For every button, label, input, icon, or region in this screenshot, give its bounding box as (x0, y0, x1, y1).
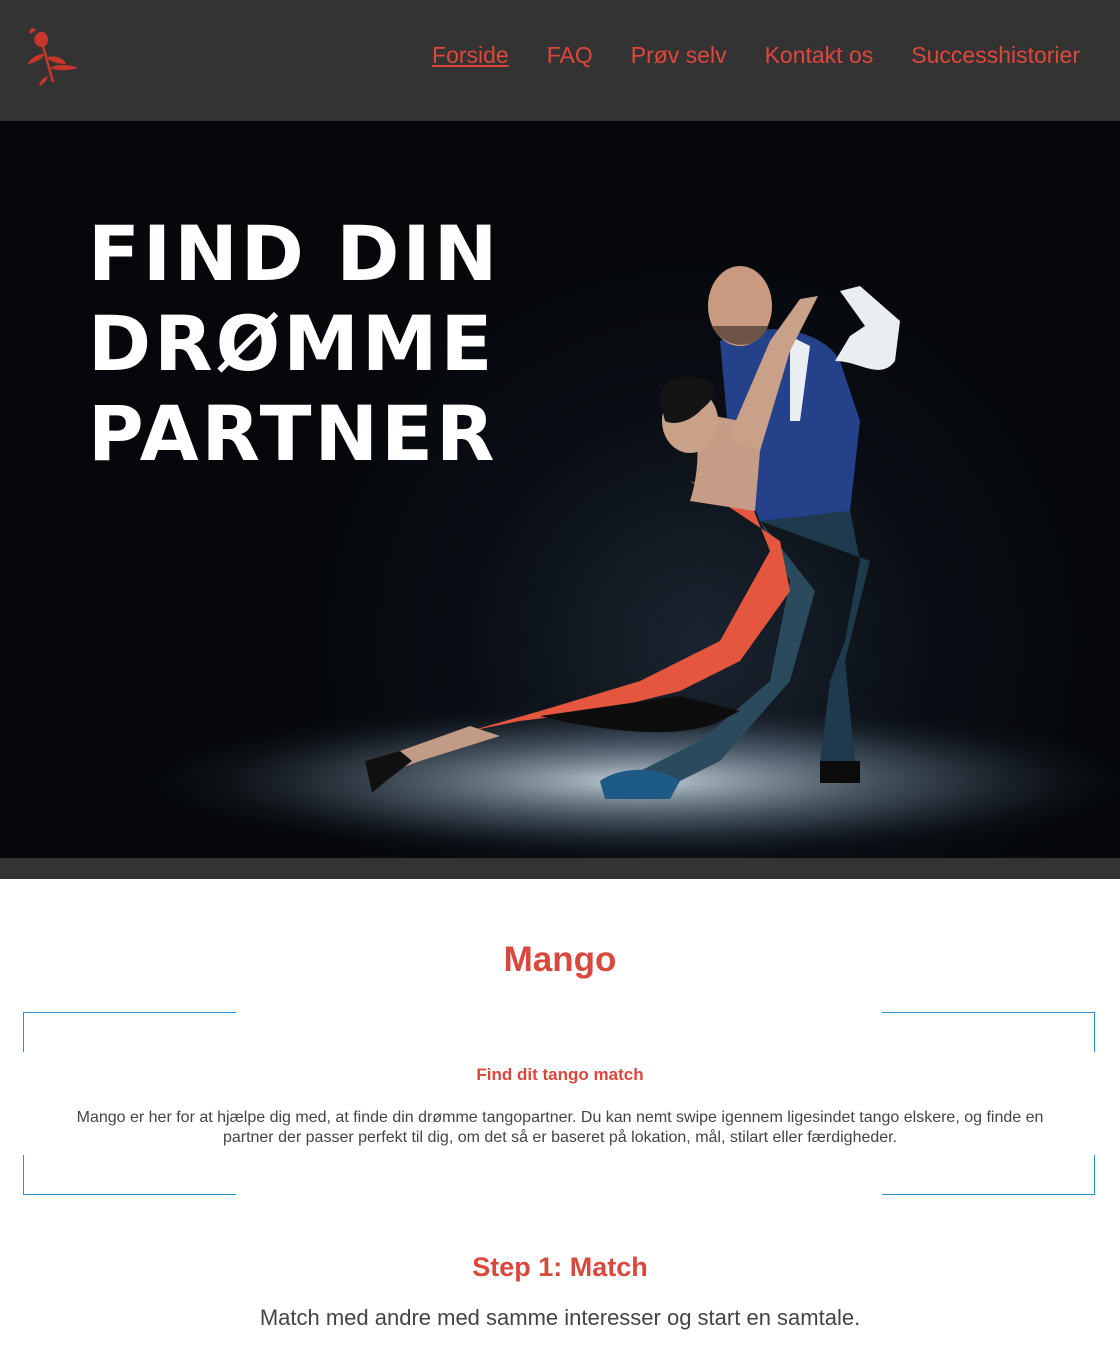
hero-title: FIND DIN DRØMME PARTNER (88, 209, 608, 479)
hero-title-line: FIND DIN (88, 209, 501, 298)
step-title: Step 1: Match (472, 1252, 648, 1282)
nav-link-kontakt-os[interactable]: Kontakt os (765, 40, 874, 70)
step-text: Match med andre med samme interesser og … (259, 1305, 861, 1330)
nav-link-prov-selv[interactable]: Prøv selv (631, 40, 727, 70)
frame-corner-bottom-left (23, 1155, 236, 1195)
frame-corner-top-right (882, 1012, 1095, 1052)
frame-corner-bottom-right (882, 1155, 1095, 1195)
site-title: Mango (503, 940, 617, 979)
nav-link-forside[interactable]: Forside (432, 40, 509, 70)
hero-title-line: PARTNER (88, 389, 498, 478)
site-header: Forside FAQ Prøv selv Kontakt os Success… (0, 0, 1120, 121)
nav-link-faq[interactable]: FAQ (547, 40, 593, 70)
hero-bottom-bar (0, 858, 1120, 879)
intro-card-heading: Find dit tango match (476, 1065, 644, 1084)
hero-banner: FIND DIN DRØMME PARTNER (0, 121, 1120, 858)
intro-card-text: Mango er her for at hjælpe dig med, at f… (76, 1109, 1044, 1146)
main-nav: Forside FAQ Prøv selv Kontakt os Success… (394, 40, 1080, 70)
hero-title-line: DRØMME (88, 299, 496, 388)
nav-link-successhistorier[interactable]: Successhistorier (911, 40, 1080, 70)
rose-icon[interactable] (20, 24, 82, 88)
frame-corner-top-left (23, 1012, 236, 1052)
